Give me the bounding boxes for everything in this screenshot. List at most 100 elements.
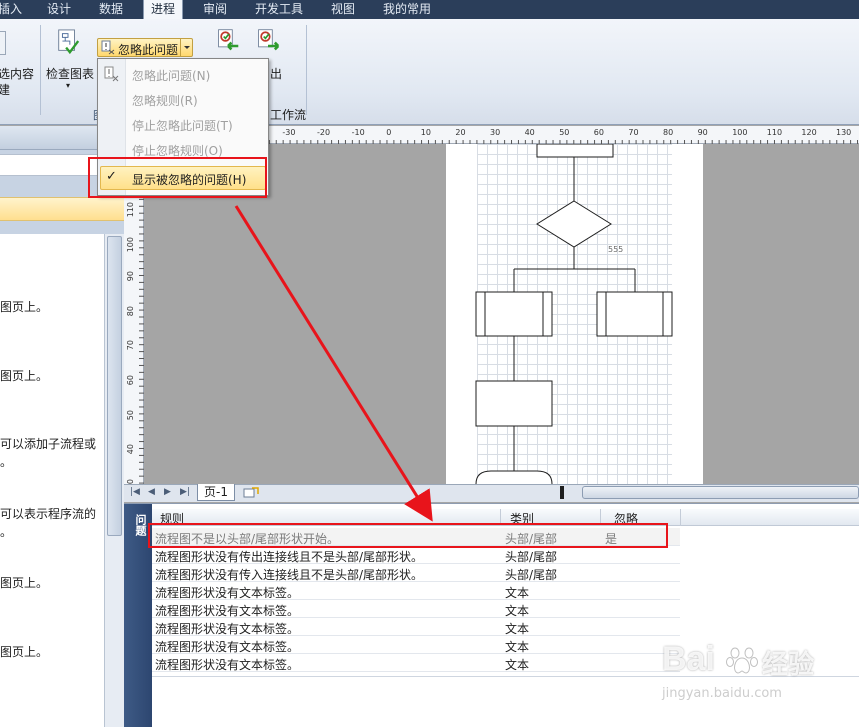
menu-item-stop-ignore-rule[interactable]: 停止忽略规则(O) <box>132 142 223 159</box>
flowchart-terminator-shape <box>475 470 553 484</box>
select-content-label-2: 建 <box>0 83 11 97</box>
visio-window: 插入 设计 数据 进程 审阅 开发工具 视图 我的常用 选内容 建 检查图表 ▾ <box>0 0 859 727</box>
panel-selected-item[interactable] <box>0 197 124 221</box>
issue-row[interactable]: 流程图不是以头部/尾部形状开始。 头部/尾部 是 <box>152 528 680 546</box>
ruler-tick-label: 50 <box>559 128 570 137</box>
column-separator[interactable] <box>600 509 601 526</box>
tab-developer[interactable]: 开发工具 <box>250 0 308 19</box>
issues-window-title: 问题 <box>134 514 147 536</box>
tab-view[interactable]: 视图 <box>324 0 362 19</box>
watermark-brand-2: 经验 <box>762 650 815 680</box>
split-handle[interactable] <box>560 486 564 499</box>
check-diagram-label: 检查图表 <box>46 67 95 81</box>
scrollbar-thumb[interactable] <box>107 236 122 536</box>
panel-text-line: 可以表示程序流的 <box>0 507 97 521</box>
ignore-issue-button[interactable]: 忽略此问题 <box>97 38 193 57</box>
column-rule-header[interactable]: 规则 <box>160 510 184 527</box>
ruler-tick-label: -10 <box>351 128 365 137</box>
export-workflow-icon[interactable] <box>256 27 280 53</box>
insert-page-icon[interactable] <box>243 487 259 499</box>
column-separator[interactable] <box>500 509 501 526</box>
menu-item-show-ignored-label: 显示被忽略的问题(H) <box>132 173 247 187</box>
last-page-icon[interactable]: ▶| <box>180 487 190 497</box>
issues-window-title-bar[interactable]: 问题 <box>124 504 152 727</box>
panel-scrollbar[interactable] <box>104 234 124 727</box>
issue-rule-cell: 流程图形状没有传出连接线且不是头部/尾部形状。 <box>155 550 424 564</box>
issue-category-cell: 文本 <box>505 658 530 672</box>
ruler-tick-label: 100 <box>732 128 748 137</box>
tab-insert[interactable]: 插入 <box>0 0 26 19</box>
select-content-label: 选内容 <box>0 67 35 81</box>
panel-text-line: 。 <box>0 455 13 469</box>
issue-row[interactable]: 流程图形状没有传入连接线且不是头部/尾部形状。 头部/尾部 <box>152 564 680 582</box>
flowchart-decision-shape <box>536 200 612 248</box>
table-bottom-line <box>152 676 859 677</box>
ruler-tick-label: 110 <box>126 202 135 218</box>
ruler-tick-label: 100 <box>126 236 135 252</box>
watermark-url: jingyan.baidu.com <box>662 686 782 701</box>
ruler-tick-label: 120 <box>801 128 817 137</box>
issues-table-header: 规则 类别 忽略 <box>152 509 859 526</box>
ruler-tick-label: 20 <box>455 128 466 137</box>
check-diagram-button[interactable]: 检查图表 ▾ <box>44 25 96 105</box>
ruler-tick-label: 60 <box>593 128 604 137</box>
prev-page-icon[interactable]: ◀ <box>148 487 155 497</box>
menu-item-stop-ignore-issue[interactable]: 停止忽略此问题(T) <box>132 117 233 134</box>
issue-row[interactable]: 流程图形状没有文本标签。 文本 <box>152 618 680 636</box>
ruler-tick-label: 80 <box>663 128 674 137</box>
menu-item-ignore-rule[interactable]: 忽略规则(R) <box>132 92 198 109</box>
flowchart-diagram[interactable]: 555 <box>446 144 703 484</box>
import-workflow-icon[interactable] <box>216 27 240 53</box>
ruler-tick-label: 30 <box>490 128 501 137</box>
paw-logo-icon <box>726 647 758 674</box>
horizontal-scrollbar[interactable] <box>582 486 859 499</box>
ruler-tick-label: 40 <box>524 128 535 137</box>
group-label-workflow: 工作流 <box>270 108 307 122</box>
menu-item-ignore-issue[interactable]: 忽略此问题(N) <box>132 67 210 84</box>
group-separator-2 <box>306 25 307 115</box>
issue-category-cell: 文本 <box>505 586 530 600</box>
issue-category-cell: 头部/尾部 <box>505 568 558 582</box>
tab-data[interactable]: 数据 <box>92 0 130 19</box>
select-content-icon <box>0 31 6 55</box>
column-separator[interactable] <box>680 509 681 526</box>
tab-design[interactable]: 设计 <box>40 0 78 19</box>
ignore-issue-menu-icon <box>104 66 119 82</box>
panel-content: 图页上。 图页上。 可以添加子流程或 。 可以表示程序流的 。 图页上。 图页上… <box>0 234 104 727</box>
column-ignored-header[interactable]: 忽略 <box>614 510 638 527</box>
issue-rule-cell: 流程图形状没有文本标签。 <box>155 640 300 654</box>
panel-text-line: 可以添加子流程或 <box>0 437 97 451</box>
ruler-tick-label: 40 <box>126 444 135 455</box>
issue-category-cell: 文本 <box>505 622 530 636</box>
ruler-tick-label: 90 <box>126 271 135 282</box>
tab-my-common[interactable]: 我的常用 <box>378 0 436 19</box>
issue-row[interactable]: 流程图形状没有文本标签。 文本 <box>152 582 680 600</box>
issue-rule-cell: 流程图形状没有文本标签。 <box>155 622 300 636</box>
issue-rule-cell: 流程图形状没有文本标签。 <box>155 604 300 618</box>
ruler-tick-label: 10 <box>420 128 431 137</box>
menu-item-show-ignored-issues[interactable]: ✓ 显示被忽略的问题(H) <box>100 166 266 190</box>
column-category-header[interactable]: 类别 <box>510 510 534 527</box>
ignore-issue-dropdown-menu: 忽略此问题(N) 忽略规则(R) 停止忽略此问题(T) 停止忽略规则(O) ✓ … <box>97 58 269 196</box>
ruler-tick-label: -20 <box>317 128 331 137</box>
issue-row[interactable]: 流程图形状没有传出连接线且不是头部/尾部形状。 头部/尾部 <box>152 546 680 564</box>
dropdown-arrow-icon[interactable] <box>180 39 192 56</box>
export-label-partial: 出 <box>270 67 283 81</box>
ignore-issue-icon <box>101 40 115 55</box>
tab-review[interactable]: 审阅 <box>196 0 234 19</box>
issue-row[interactable]: 流程图形状没有文本标签。 文本 <box>152 636 680 654</box>
ruler-tick-label: 70 <box>628 128 639 137</box>
ribbon-tab-bar: 插入 设计 数据 进程 审阅 开发工具 视图 我的常用 <box>0 0 859 19</box>
tab-process[interactable]: 进程 <box>143 0 183 19</box>
group-separator <box>40 25 41 115</box>
page-tab[interactable]: 页-1 <box>197 484 235 501</box>
issue-category-cell: 文本 <box>505 640 530 654</box>
issue-rule-cell: 流程图不是以头部/尾部形状开始。 <box>155 532 340 546</box>
watermark-brand: Bai <box>662 640 715 678</box>
issue-row[interactable]: 流程图形状没有文本标签。 文本 <box>152 600 680 618</box>
issue-row[interactable]: 流程图形状没有文本标签。 文本 <box>152 654 680 672</box>
panel-text-line: 。 <box>0 525 13 539</box>
first-page-icon[interactable]: |◀ <box>130 487 140 497</box>
next-page-icon[interactable]: ▶ <box>164 487 171 497</box>
ruler-tick-label: 60 <box>126 375 135 386</box>
